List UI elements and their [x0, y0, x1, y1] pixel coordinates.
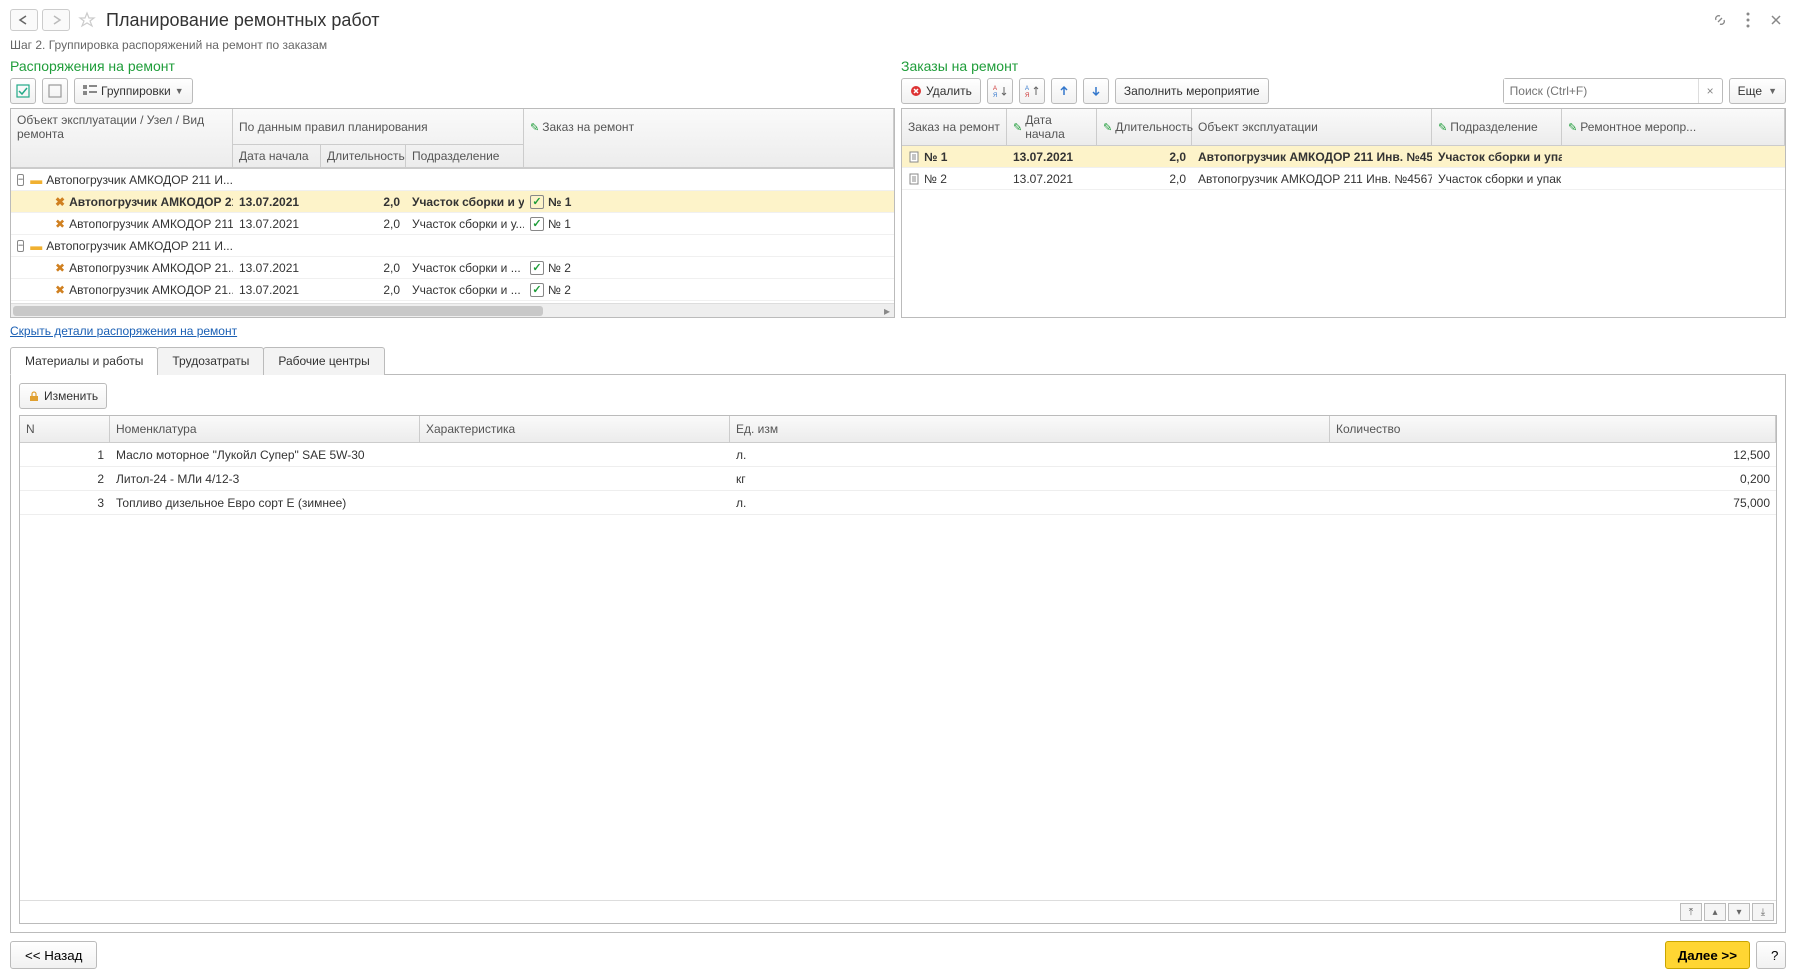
svg-text:Я: Я: [993, 93, 997, 98]
grid-nav-up[interactable]: ▴: [1704, 903, 1726, 921]
folder-icon: ▬: [30, 239, 42, 253]
sort-za-button[interactable]: АЯ: [1019, 78, 1045, 104]
svg-text:Я: Я: [1025, 93, 1029, 98]
grouping-button[interactable]: Группировки ▼: [74, 78, 193, 104]
grid-nav-down[interactable]: ▾: [1728, 903, 1750, 921]
nav-back-button[interactable]: [10, 9, 38, 31]
repair-orders-grid: Заказ на ремонт ✎Дата начала ✎Длительнос…: [901, 108, 1786, 318]
repair-order-row[interactable]: № 213.07.20212,0Автопогрузчик АМКОДОР 21…: [902, 168, 1785, 190]
material-row[interactable]: 1Масло моторное "Лукойл Супер" SAE 5W-30…: [20, 443, 1776, 467]
wrench-icon: ✖: [55, 283, 65, 297]
next-button[interactable]: Далее >>: [1665, 941, 1750, 969]
help-button[interactable]: ?: [1756, 941, 1786, 969]
grouping-icon: [83, 85, 97, 97]
horizontal-scrollbar[interactable]: ◂ ▸: [11, 303, 894, 317]
right-pane-title: Заказы на ремонт: [901, 58, 1786, 74]
sort-az-button[interactable]: АЯ: [987, 78, 1013, 104]
star-icon[interactable]: [78, 11, 96, 29]
deselect-all-button[interactable]: [42, 78, 68, 104]
checkbox-icon[interactable]: ✓: [530, 261, 544, 275]
order-row[interactable]: ✖ Автопогрузчик АМКОДОР 21...13.07.20212…: [11, 279, 894, 301]
delete-button[interactable]: Удалить: [901, 78, 981, 104]
material-row[interactable]: 3Топливо дизельное Евро сорт E (зимнее)л…: [20, 491, 1776, 515]
tree-toggle-icon[interactable]: −: [17, 240, 24, 252]
wrench-icon: ✖: [55, 217, 65, 231]
orders-grid: Объект эксплуатации / Узел / Вид ремонта…: [10, 108, 895, 318]
back-button[interactable]: << Назад: [10, 941, 97, 969]
checkbox-icon[interactable]: ✓: [530, 217, 544, 231]
search-input-wrapper: ×: [1503, 78, 1723, 104]
left-pane-title: Распоряжения на ремонт: [10, 58, 895, 74]
pencil-icon: ✎: [530, 121, 539, 134]
link-icon[interactable]: [1710, 10, 1730, 30]
search-input[interactable]: [1504, 79, 1698, 103]
svg-text:А: А: [993, 86, 997, 92]
material-row[interactable]: 2Литол-24 - МЛи 4/12-3кг0,200: [20, 467, 1776, 491]
nav-forward-button[interactable]: [42, 9, 70, 31]
step-subtitle: Шаг 2. Группировка распоряжений на ремон…: [10, 38, 1786, 52]
grid-nav-first[interactable]: ⤒: [1680, 903, 1702, 921]
fill-event-button[interactable]: Заполнить мероприятие: [1115, 78, 1269, 104]
checkbox-icon[interactable]: ✓: [530, 195, 544, 209]
move-up-button[interactable]: [1051, 78, 1077, 104]
folder-icon: ▬: [30, 173, 42, 187]
svg-text:А: А: [1025, 86, 1029, 92]
checkbox-icon[interactable]: ✓: [530, 283, 544, 297]
repair-order-row[interactable]: № 113.07.20212,0Автопогрузчик АМКОДОР 21…: [902, 146, 1785, 168]
close-icon[interactable]: [1766, 10, 1786, 30]
lock-icon: [28, 390, 40, 402]
chevron-down-icon: ▼: [175, 86, 184, 96]
tree-toggle-icon[interactable]: −: [17, 174, 24, 186]
order-row[interactable]: ✖ Автопогрузчик АМКОДОР 211:...13.07.202…: [11, 213, 894, 235]
more-vertical-icon[interactable]: [1738, 10, 1758, 30]
group-row[interactable]: −▬ Автопогрузчик АМКОДОР 211 И...: [11, 169, 894, 191]
more-button[interactable]: Еще▼: [1729, 78, 1786, 104]
move-down-button[interactable]: [1083, 78, 1109, 104]
tab-centers[interactable]: Рабочие центры: [263, 347, 384, 375]
grid-nav-last[interactable]: ⤓: [1752, 903, 1774, 921]
tab-materials[interactable]: Материалы и работы: [10, 347, 158, 375]
page-title: Планирование ремонтных работ: [106, 10, 1706, 31]
order-row[interactable]: ✖ Автопогрузчик АМКОДОР 21...13.07.20212…: [11, 257, 894, 279]
wrench-icon: ✖: [55, 261, 65, 275]
select-all-button[interactable]: [10, 78, 36, 104]
order-row[interactable]: ✖ Автопогрузчик АМКОДОР 211:...13.07.202…: [11, 191, 894, 213]
hide-details-link[interactable]: Скрыть детали распоряжения на ремонт: [10, 324, 1786, 338]
clear-search-button[interactable]: ×: [1698, 79, 1722, 103]
tab-labor[interactable]: Трудозатраты: [157, 347, 264, 375]
document-icon: [908, 151, 920, 163]
document-icon: [908, 173, 920, 185]
materials-grid: N Номенклатура Характеристика Ед. изм Ко…: [19, 415, 1777, 924]
edit-button[interactable]: Изменить: [19, 383, 107, 409]
wrench-icon: ✖: [55, 195, 65, 209]
delete-icon: [910, 85, 922, 97]
group-row[interactable]: −▬ Автопогрузчик АМКОДОР 211 И...: [11, 235, 894, 257]
